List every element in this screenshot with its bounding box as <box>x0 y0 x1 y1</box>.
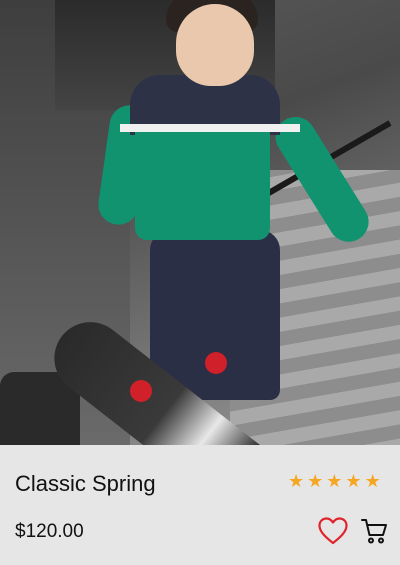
jacket-body <box>135 128 270 240</box>
star-icon: ★ <box>307 471 324 492</box>
favorite-button[interactable] <box>318 517 348 545</box>
product-info-panel <box>0 445 400 565</box>
star-icon: ★ <box>288 471 305 492</box>
star-icon: ★ <box>345 471 362 492</box>
rating-stars: ★ ★ ★ ★ ★ <box>288 470 381 494</box>
shopping-cart-icon <box>361 519 387 544</box>
star-icon: ★ <box>326 471 343 492</box>
star-icon: ★ <box>364 471 381 492</box>
heart-outline-icon <box>318 517 348 545</box>
product-title: Classic Spring <box>15 471 156 496</box>
jacket-stripe <box>120 124 300 132</box>
skateboard-wheel <box>205 352 227 374</box>
child-face <box>176 4 254 86</box>
product-price: $120.00 <box>15 521 84 542</box>
product-image[interactable] <box>0 0 400 445</box>
skateboard-wheel <box>130 380 152 402</box>
product-card[interactable]: Classic Spring ★ ★ ★ ★ ★ $120.00 <box>0 0 400 565</box>
add-to-cart-button[interactable] <box>360 517 388 545</box>
